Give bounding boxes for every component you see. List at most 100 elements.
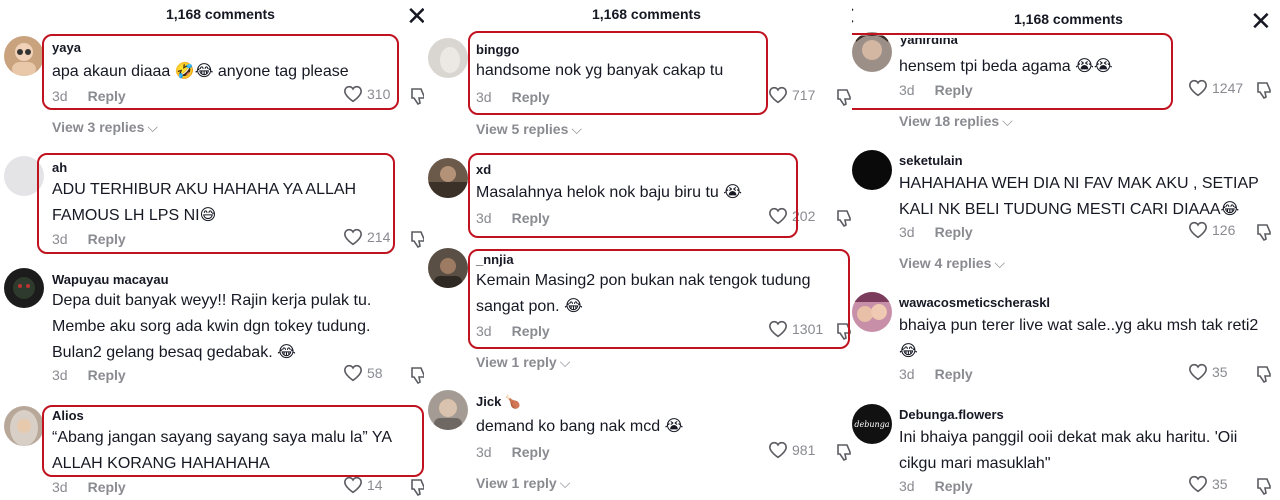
like-count: 126	[1212, 222, 1236, 238]
comment-username[interactable]: yanirdina	[900, 38, 958, 47]
comment-text: Ini bhaiya panggil ooii dekat mak aku ha…	[899, 429, 1238, 472]
reply-button[interactable]: Reply	[935, 366, 973, 382]
comment-text: ADU TERHIBUR AKU HAHAHA YA ALLAH FAMOUS …	[52, 181, 357, 224]
like-button[interactable]: 310	[343, 85, 390, 103]
comment-username[interactable]: wawacosmeticscheraskl	[899, 295, 1050, 310]
comment-username[interactable]: _nnjia	[476, 252, 514, 267]
like-button[interactable]: 717	[768, 86, 815, 104]
comment-username[interactable]: ah	[52, 160, 67, 175]
comment-username[interactable]: Jick 🍗	[476, 394, 521, 410]
comment-username[interactable]: yaya	[52, 40, 81, 55]
like-button[interactable]: 202	[768, 207, 815, 225]
avatar[interactable]	[4, 406, 44, 446]
avatar[interactable]	[428, 38, 468, 78]
dislike-icon[interactable]	[1256, 81, 1272, 99]
heart-icon	[1188, 79, 1208, 97]
like-button[interactable]: 1247	[1188, 79, 1243, 97]
avatar[interactable]	[4, 268, 44, 308]
like-count: 310	[367, 86, 391, 102]
avatar[interactable]	[428, 158, 468, 198]
dislike-icon[interactable]	[1256, 477, 1272, 495]
dislike-icon[interactable]	[410, 230, 424, 248]
reply-button[interactable]: Reply	[512, 89, 550, 105]
comment-username[interactable]: xd	[476, 162, 491, 177]
comment-username[interactable]: Debunga.flowers	[899, 407, 1004, 422]
reply-button[interactable]: Reply	[935, 82, 973, 98]
view-replies-button[interactable]: View 1 reply ⌵	[476, 354, 570, 371]
heart-icon	[768, 86, 788, 104]
dislike-icon[interactable]	[836, 322, 852, 340]
dislike-icon[interactable]	[1256, 365, 1272, 383]
avatar[interactable]	[4, 156, 44, 196]
like-button[interactable]: 35	[1188, 475, 1228, 493]
comment-username[interactable]: binggo	[476, 42, 519, 57]
like-button[interactable]: 1301	[768, 320, 823, 338]
comment-meta: 3d Reply	[52, 479, 126, 495]
avatar[interactable]	[428, 248, 468, 288]
like-count: 35	[1212, 476, 1228, 492]
comment-time: 3d	[52, 367, 68, 383]
reply-button[interactable]: Reply	[512, 444, 550, 460]
comment-username[interactable]: Wapuyau macayau	[52, 272, 169, 287]
avatar-image	[428, 166, 468, 198]
comments-panel-1: 1,168 comments ✕ yaya apa akaun diaaa 🤣😂…	[0, 0, 424, 500]
like-button[interactable]: 58	[343, 364, 383, 382]
like-button[interactable]: 35	[1188, 363, 1228, 381]
avatar[interactable]	[852, 150, 892, 190]
like-count: 58	[367, 365, 383, 381]
view-replies-button[interactable]: View 3 replies ⌵	[52, 119, 158, 136]
comment-time: 3d	[899, 224, 915, 240]
reply-button[interactable]: Reply	[88, 88, 126, 104]
like-button[interactable]: 981	[768, 441, 815, 459]
dislike-icon[interactable]	[836, 209, 852, 227]
comment-meta: 3d Reply	[899, 224, 973, 240]
reply-button[interactable]: Reply	[512, 323, 550, 339]
reply-button[interactable]: Reply	[512, 210, 550, 226]
dislike-icon[interactable]	[410, 87, 424, 105]
comment-text: Masalahnya helok nok baju biru tu 😭	[476, 184, 742, 201]
view-replies-button[interactable]: View 5 replies ⌵	[476, 121, 582, 138]
reply-button[interactable]: Reply	[88, 231, 126, 247]
comments-panel-3: ✕ 1,168 comments ✕ yanirdina hensem tpi …	[852, 0, 1280, 500]
avatar[interactable]	[852, 32, 892, 72]
view-replies-button[interactable]: View 18 replies ⌵	[899, 113, 1013, 130]
close-icon[interactable]: ✕	[1250, 8, 1272, 34]
avatar-image	[434, 258, 462, 288]
heart-icon	[1188, 475, 1208, 493]
reply-button[interactable]: Reply	[935, 478, 973, 494]
like-count: 214	[367, 229, 391, 245]
comment-meta: 3d Reply	[899, 366, 973, 382]
comment-text: Kemain Masing2 pon bukan nak tengok tudu…	[476, 272, 811, 315]
like-button[interactable]: 126	[1188, 221, 1235, 239]
like-button[interactable]: 14	[343, 476, 383, 494]
comment-time: 3d	[899, 478, 915, 494]
comment-username[interactable]: Alios	[52, 408, 84, 423]
view-replies-button[interactable]: View 1 reply ⌵	[476, 475, 570, 492]
close-icon[interactable]: ✕	[406, 3, 424, 29]
like-button[interactable]: 214	[343, 228, 390, 246]
avatar[interactable]	[428, 390, 468, 430]
dislike-icon[interactable]	[836, 443, 852, 461]
comment-meta: 3d Reply	[52, 88, 126, 104]
dislike-icon[interactable]	[1256, 223, 1272, 241]
chevron-down-icon: ⌵	[559, 475, 571, 491]
reply-button[interactable]: Reply	[935, 224, 973, 240]
reply-button[interactable]: Reply	[88, 367, 126, 383]
close-icon[interactable]: ✕	[852, 3, 857, 29]
comments-count-title: 1,168 comments	[1014, 11, 1123, 27]
avatar[interactable]	[852, 292, 892, 332]
comment-time: 3d	[476, 444, 492, 460]
dislike-icon[interactable]	[410, 478, 424, 496]
reply-button[interactable]: Reply	[88, 479, 126, 495]
view-replies-button[interactable]: View 4 replies ⌵	[899, 255, 1005, 272]
dislike-icon[interactable]	[410, 366, 424, 384]
heart-icon	[1188, 363, 1208, 381]
dislike-icon[interactable]	[836, 88, 852, 106]
avatar[interactable]	[4, 36, 44, 76]
comment-username[interactable]: seketulain	[899, 153, 963, 168]
comment-time: 3d	[476, 210, 492, 226]
avatar-image	[13, 277, 35, 299]
avatar[interactable]: debunga	[852, 404, 892, 444]
heart-icon	[1188, 221, 1208, 239]
heart-icon	[343, 476, 363, 494]
